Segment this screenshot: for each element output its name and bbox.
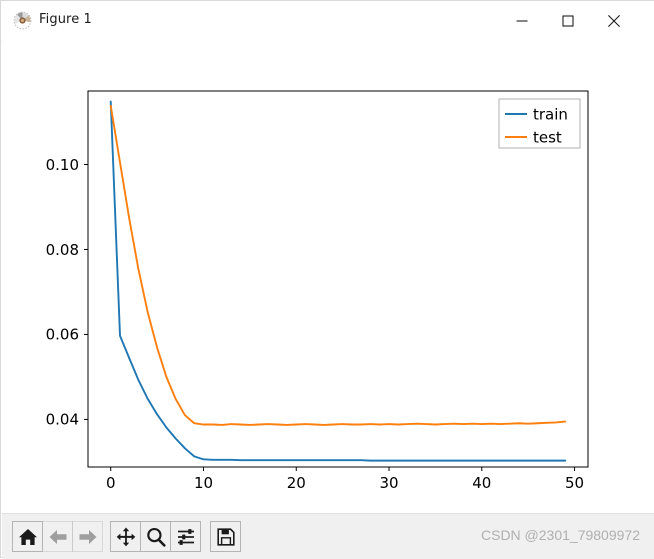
- x-tick-label: 30: [379, 474, 398, 492]
- navigation-toolbar: CSDN @2301_79809972: [2, 513, 654, 559]
- matplotlib-logo-icon: [13, 11, 32, 30]
- back-button[interactable]: [42, 521, 73, 552]
- toolbar-group-navigation: [12, 521, 103, 552]
- close-button[interactable]: [591, 1, 637, 41]
- move-icon: [116, 527, 135, 546]
- x-tick-label: 40: [472, 474, 491, 492]
- legend-label-test: test: [533, 128, 562, 146]
- y-tick-label: 0.04: [46, 411, 79, 429]
- arrow-right-icon: [79, 529, 96, 544]
- title-bar[interactable]: Figure 1: [1, 1, 654, 42]
- floppy-disk-icon: [216, 527, 235, 546]
- toolbar-group-tools: [110, 521, 201, 552]
- window-title: Figure 1: [39, 12, 92, 27]
- figure-canvas[interactable]: 0 10 20 30 40 50 0.04 0.06 0.08 0.10 train test: [2, 41, 654, 513]
- magnifier-icon: [146, 527, 166, 547]
- home-icon: [18, 528, 37, 545]
- minimize-icon: [516, 20, 528, 22]
- x-tick-label: 20: [287, 474, 306, 492]
- pan-button[interactable]: [110, 521, 141, 552]
- line-chart: 0 10 20 30 40 50 0.04 0.06 0.08 0.10 train test: [2, 41, 654, 513]
- toolbar-group-save: [210, 521, 241, 552]
- y-tick-label: 0.08: [46, 241, 79, 259]
- arrow-left-icon: [49, 529, 66, 544]
- x-tick-label: 50: [565, 474, 584, 492]
- forward-button[interactable]: [72, 521, 103, 552]
- chart-legend[interactable]: train test: [498, 98, 581, 149]
- legend-label-train: train: [533, 105, 568, 123]
- x-tick-label: 10: [194, 474, 213, 492]
- zoom-button[interactable]: [140, 521, 171, 552]
- watermark-text: CSDN @2301_79809972: [481, 527, 640, 543]
- x-tick-label: 0: [106, 474, 116, 492]
- y-tick-label: 0.06: [46, 326, 79, 344]
- subplots-button[interactable]: [170, 521, 201, 552]
- maximize-button[interactable]: [545, 1, 591, 41]
- home-button[interactable]: [12, 521, 43, 552]
- minimize-button[interactable]: [499, 1, 545, 41]
- close-icon: [607, 14, 621, 28]
- figure-window: Figure 1 0 10 20 30 40 50 0.04 0.06 0.08 0.10: [0, 0, 654, 559]
- save-button[interactable]: [210, 521, 241, 552]
- maximize-icon: [562, 15, 574, 27]
- sliders-icon: [177, 528, 194, 545]
- y-tick-label: 0.10: [46, 156, 79, 174]
